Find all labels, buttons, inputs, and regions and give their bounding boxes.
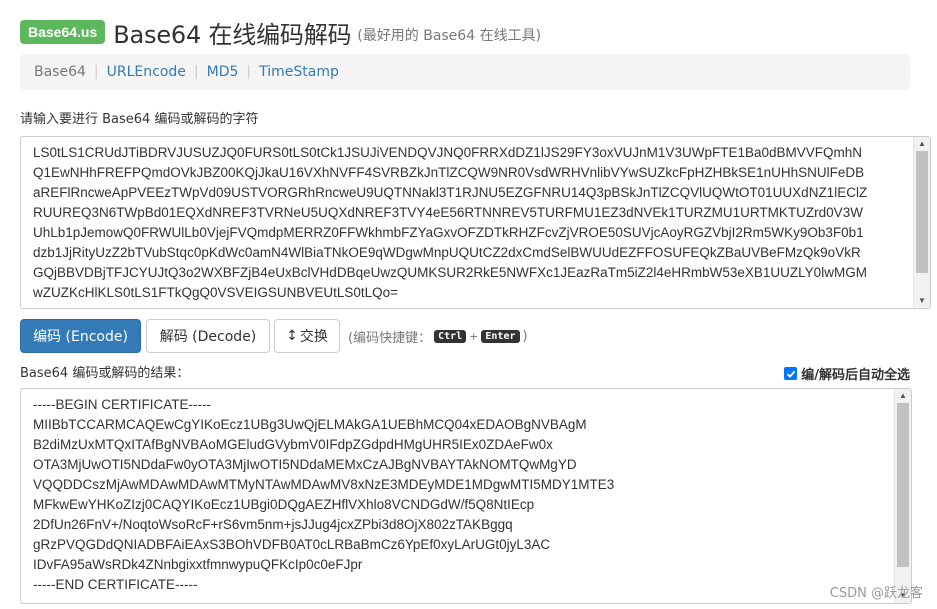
ctrl-key: Ctrl bbox=[434, 330, 467, 343]
nav-separator: | bbox=[193, 64, 199, 80]
output-line: -----END CERTIFICATE----- bbox=[33, 577, 198, 592]
output-scrollbar[interactable]: ▲ ▼ bbox=[894, 389, 911, 603]
shortcut-plus: + bbox=[469, 330, 479, 343]
checkmark-icon bbox=[786, 370, 796, 378]
input-line: RUUREQ3N6TWpBd01EQXdNREF3TVRNeU5UQXdNREF… bbox=[33, 205, 863, 220]
auto-select-label: 编/解码后自动全选 bbox=[801, 368, 910, 383]
input-textarea[interactable]: LS0tLS1CRUdJTiBDRVJUSUZJQ0FURS0tLS0tCk1J… bbox=[20, 136, 931, 309]
nav-item-urlencode[interactable]: URLEncode bbox=[107, 64, 186, 80]
result-label: Base64 编码或解码的结果： bbox=[20, 366, 190, 381]
scroll-up-icon[interactable]: ▲ bbox=[914, 137, 930, 151]
output-line: MIIBbTCCARMCAQEwCgYIKoEcz1UBg3UwQjELMAkG… bbox=[33, 417, 587, 432]
output-line: VQQDDCszMjAwMDAwMDAwMTMyNTAwMDAwMV8xNzE3… bbox=[33, 477, 615, 492]
output-line: gRzPVQGDdQNIADBFAiEAxS3BOhVDFB0AT0cLRBaB… bbox=[33, 537, 551, 552]
swap-label: 交换 bbox=[299, 329, 328, 345]
watermark: CSDN @跃龙客 bbox=[829, 586, 923, 601]
auto-select-option[interactable]: 编/解码后自动全选 bbox=[784, 364, 910, 383]
swap-button[interactable]: ↕ 交换 bbox=[274, 319, 340, 353]
input-line: dzb1JjRityUzZ2bTVubStqc0pKdWc0amN4WlBiaT… bbox=[33, 245, 861, 260]
output-line: B2diMzUxMTQxITAfBgNVBAoMGEludGVybmV0IFdp… bbox=[33, 437, 553, 452]
output-textarea[interactable]: -----BEGIN CERTIFICATE----- MIIBbTCCARMCA… bbox=[20, 388, 912, 604]
nav-item-timestamp[interactable]: TimeStamp bbox=[259, 64, 339, 80]
site-logo[interactable]: Base64.us bbox=[20, 20, 106, 44]
output-line: OTA3MjUwOTI5NDdaFw0yOTA3MjIwOTI5NDdaMEMx… bbox=[33, 457, 577, 472]
output-line: 2DfUn26FnV+/NoqtoWsoRcF+rS6vm5nm+jsJJug4… bbox=[33, 517, 513, 532]
input-line: wZUZKcHlKLS0tLS1FTkQgQ0VSVEIGSUNBVEUtLS0… bbox=[33, 285, 399, 300]
encode-button[interactable]: 编码 (Encode) bbox=[20, 319, 141, 353]
nav-separator: | bbox=[246, 64, 252, 80]
input-line: UhLb1pJemowQ0FRWUlLb0VjejFVQmdpMERRZ0FFW… bbox=[33, 225, 864, 240]
input-text[interactable]: LS0tLS1CRUdJTiBDRVJUSUZJQ0FURS0tLS0tCk1J… bbox=[33, 143, 908, 303]
input-scroll-thumb[interactable] bbox=[916, 151, 928, 273]
shortcut-hint: (编码快捷键： Ctrl + Enter ) bbox=[348, 327, 528, 346]
input-line: aREFlRncweApPVEEzTWpVd09USTVORGRhRncweU9… bbox=[33, 185, 868, 200]
input-line: Q1EwNHhFREFPQmdOVkJBZ00KQjJkaU16VXhNVFF4… bbox=[33, 165, 865, 180]
output-line: IDvFA95aWsRDk4ZNnbgixxtfmnwypuQFKcIp0c0e… bbox=[33, 557, 363, 572]
input-scrollbar[interactable]: ▲ ▼ bbox=[913, 137, 930, 308]
input-label: 请输入要进行 Base64 编码或解码的字符 bbox=[20, 112, 259, 127]
nav-separator: | bbox=[93, 64, 99, 80]
page-title: Base64 在线编码解码 bbox=[113, 20, 352, 49]
nav-item-md5[interactable]: MD5 bbox=[207, 64, 239, 80]
page-header: Base64.us Base64 在线编码解码 (最好用的 Base64 在线工… bbox=[20, 14, 541, 50]
output-line: -----BEGIN CERTIFICATE----- bbox=[33, 397, 211, 412]
input-line: GQjBBVDBjTFJCYUJtQ3o2WXBFZjB4eUxBclVHdDB… bbox=[33, 265, 867, 280]
output-scroll-thumb[interactable] bbox=[897, 403, 909, 567]
enter-key: Enter bbox=[481, 330, 520, 343]
shortcut-prefix: (编码快捷键： bbox=[348, 331, 432, 346]
input-line: LS0tLS1CRUdJTiBDRVJUSUZJQ0FURS0tLS0tCk1J… bbox=[33, 145, 862, 160]
page-subtitle: (最好用的 Base64 在线工具) bbox=[357, 28, 542, 44]
decode-button[interactable]: 解码 (Decode) bbox=[146, 319, 270, 353]
output-text[interactable]: -----BEGIN CERTIFICATE----- MIIBbTCCARMCA… bbox=[33, 395, 889, 595]
auto-select-checkbox[interactable] bbox=[784, 367, 798, 380]
nav-item-base64[interactable]: Base64 bbox=[34, 64, 86, 80]
output-line: MFkwEwYHKoZIzj0CAQYIKoEcz1UBgi0DQgAEZHfl… bbox=[33, 497, 535, 512]
swap-icon: ↕ bbox=[286, 328, 298, 344]
shortcut-suffix: ) bbox=[522, 329, 528, 344]
tool-nav: Base64 | URLEncode | MD5 | TimeStamp bbox=[20, 54, 910, 90]
scroll-up-icon[interactable]: ▲ bbox=[895, 389, 911, 403]
scroll-down-icon[interactable]: ▼ bbox=[914, 294, 930, 308]
